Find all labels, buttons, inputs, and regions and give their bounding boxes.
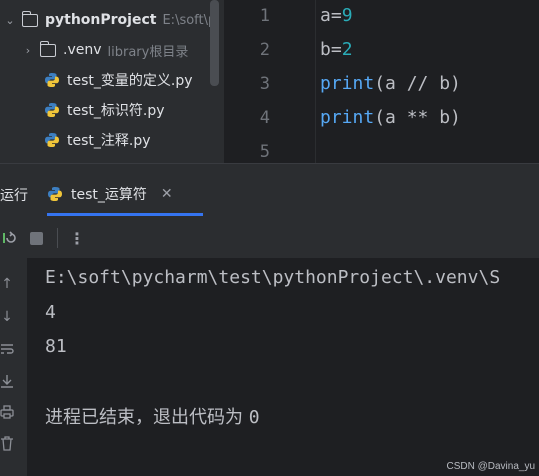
close-icon[interactable]: ✕ [161,186,173,202]
code-line: a=9 [320,5,353,26]
code-line: print(a ** b) [320,107,461,128]
code-line: print(a // b) [320,73,461,94]
tree-item-label: .venv [63,42,102,58]
stop-icon[interactable] [30,232,43,245]
rerun-icon[interactable] [0,229,18,247]
tab-label: test_运算符 [71,187,147,203]
line-number: 4 [259,108,270,128]
project-path: E:\soft\p [162,12,217,28]
code-token: a= [320,5,342,26]
soft-wrap-icon[interactable] [0,342,14,358]
tree-scrollbar[interactable] [210,0,219,86]
exit-message: 进程已结束，退出代码为 [45,407,243,428]
toolbar-separator [57,228,58,248]
python-file-icon [48,187,62,201]
tree-item-label: test_注释.py [67,133,151,149]
code-token: (a // b) [374,73,461,94]
tree-item-label: test_变量的定义.py [67,73,193,89]
arrow-up-icon[interactable]: ↑ [0,276,14,292]
line-number: 2 [259,40,270,60]
code-function: print [320,73,375,94]
tree-item-file[interactable]: test_变量的定义.py [44,65,193,95]
console-line: 81 [45,336,67,357]
scroll-to-end-icon[interactable] [0,374,14,390]
code-token: b= [320,39,342,60]
more-options-icon[interactable]: ⋮ [68,229,86,248]
tree-item-file[interactable]: test_标识符.py [44,95,165,125]
tree-item-file[interactable]: test_注释.py [44,125,151,155]
active-tab-indicator [47,213,203,216]
code-line: b=2 [320,39,353,60]
code-editor[interactable]: 1 2 3 4 5 a=9 b=2 print(a // b) print(a … [224,0,539,163]
line-number: 3 [259,74,270,94]
run-panel-header: 运行 test_运算符 ✕ [0,164,539,218]
console-line: 4 [45,302,56,323]
trash-icon[interactable] [0,436,14,452]
chevron-down-icon[interactable]: ⌄ [4,14,16,27]
python-file-icon [45,133,59,147]
code-number: 9 [341,5,353,26]
console-command: E:\soft\pycharm\test\pythonProject\.venv… [45,267,501,288]
line-number: 5 [259,142,270,162]
python-file-icon [45,103,59,117]
tree-item-venv[interactable]: › .venv library根目录 [22,35,188,65]
code-function: print [320,107,375,128]
console-output[interactable] [27,258,539,476]
watermark: CSDN @Davina_yu [446,461,535,472]
tab-run-config[interactable]: test_运算符 ✕ [47,172,173,216]
tree-item-hint: library根目录 [107,44,189,60]
tree-root[interactable]: ⌄ pythonProject E:\soft\p [4,5,216,35]
folder-icon [21,10,38,27]
print-icon[interactable] [0,405,14,421]
code-token: (a ** b) [374,107,461,128]
run-panel-title: 运行 [0,188,28,204]
code-number: 2 [341,39,353,60]
tree-item-label: test_标识符.py [67,103,165,119]
project-name: pythonProject [45,12,157,28]
folder-icon [39,40,56,57]
arrow-down-icon[interactable]: ↓ [0,309,14,325]
chevron-right-icon[interactable]: › [22,44,34,57]
console-exit-line: 进程已结束，退出代码为 0 [45,403,260,429]
gutter-divider [315,0,316,163]
exit-code: 0 [248,407,260,428]
python-file-icon [45,73,59,87]
project-tree: ⌄ pythonProject E:\soft\p › .venv librar… [0,0,224,163]
line-number: 1 [259,6,270,26]
